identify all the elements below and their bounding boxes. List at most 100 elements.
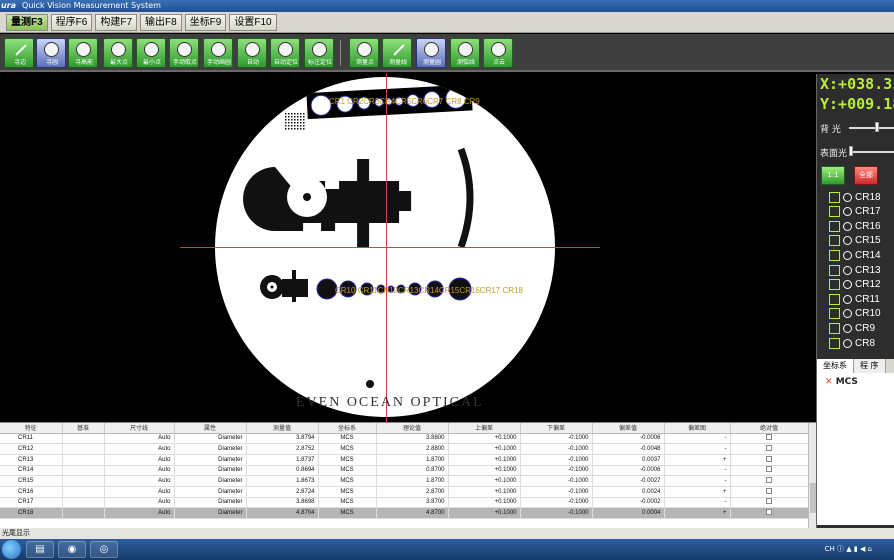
surface-light-slider-knob[interactable] (849, 146, 853, 156)
menu-tab-1[interactable]: 程序F6 (50, 13, 93, 31)
table-cell: +0.1000 (448, 454, 521, 466)
table-row[interactable]: CR11 Auto Diameter 3.8794 MCS 3.8800 +0.1000 -0… (0, 433, 809, 445)
feature-checkbox[interactable] (829, 235, 840, 247)
app-icon[interactable]: ◉ (58, 541, 86, 558)
column-header[interactable]: 特征 (0, 423, 63, 434)
tool-label: 手动画圆 (206, 59, 231, 66)
absolute-value-checkbox[interactable] (766, 509, 772, 516)
feature-item[interactable]: CR17 (829, 205, 881, 219)
feature-checkbox[interactable] (829, 293, 840, 305)
table-row[interactable]: CR15 Auto Diameter 1.8673 MCS 1.8700 +0.1000 -0… (0, 475, 809, 487)
column-header[interactable]: 绝对值 (730, 423, 809, 434)
column-header[interactable]: 理论值 (376, 423, 449, 434)
x-coordinate-readout: X:+038.31 (820, 75, 894, 93)
column-header[interactable]: 尺寸线 (104, 423, 175, 434)
feature-item[interactable]: CR13 (829, 263, 881, 277)
menu-tab-2[interactable]: 构建F7 (95, 13, 138, 31)
feature-item[interactable]: CR9 (829, 321, 875, 335)
start-button[interactable] (2, 540, 21, 559)
feature-item[interactable]: CR11 (829, 292, 880, 306)
column-header[interactable]: 基准 (62, 423, 105, 434)
tool-button-6[interactable]: 手动画圆 (203, 38, 233, 68)
absolute-value-checkbox[interactable] (766, 455, 772, 462)
column-header[interactable]: 偏差图 (664, 423, 731, 434)
table-cell: 3.8800 (376, 433, 449, 445)
feature-checkbox[interactable] (829, 191, 840, 203)
tab-program[interactable]: 程 序 (854, 359, 886, 373)
tool-button-9[interactable]: 标注定位 (304, 38, 334, 68)
feature-checkbox[interactable] (829, 322, 840, 334)
camera-view[interactable]: CR1 CR2CR3CR4CR5CR6CR7 CR8 CR9 CR10 CR11… (0, 74, 816, 422)
table-cell: -0.0002 (592, 497, 665, 509)
table-row[interactable]: CR16 Auto Diameter 2.8724 MCS 2.8700 +0.1000 -0… (0, 486, 809, 498)
table-scrollbar-thumb[interactable] (810, 483, 816, 513)
tool-button-2[interactable]: 寻高能 (68, 38, 98, 68)
mcs-tree-item[interactable]: ✕ MCS (825, 377, 858, 387)
table-cell: MCS (318, 454, 377, 466)
surface-light-slider[interactable] (849, 151, 894, 153)
menu-tab-3[interactable]: 输出F8 (140, 13, 182, 31)
folder-icon[interactable]: ▤ (26, 541, 54, 558)
back-light-slider[interactable] (849, 127, 894, 129)
table-row[interactable]: CR14 Auto Diameter 0.8694 MCS 0.8700 +0.1000 -0… (0, 465, 809, 477)
feature-item[interactable]: CR8 (829, 336, 875, 350)
back-light-slider-knob[interactable] (875, 122, 879, 132)
tool-label: 寻圆 (45, 59, 58, 66)
table-cell: CR12 (0, 443, 63, 455)
tool-button-13[interactable]: 测弧线 (450, 38, 480, 68)
menu-tab-4[interactable]: 坐标F9 (184, 13, 227, 31)
tool-button-12[interactable]: 测量圆 (416, 38, 446, 68)
table-row[interactable]: CR18 Auto Diameter 4.8704 MCS 4.8700 +0.1000 -0… (0, 507, 809, 519)
feature-name: CR17 (855, 206, 881, 218)
menu-tab-5[interactable]: 设置F10 (229, 13, 277, 31)
absolute-value-checkbox[interactable] (766, 445, 772, 452)
feature-checkbox[interactable] (829, 308, 840, 320)
feature-checkbox[interactable] (829, 220, 840, 232)
table-scrollbar[interactable] (808, 423, 816, 528)
absolute-value-checkbox[interactable] (766, 487, 772, 494)
column-header[interactable]: 属性 (174, 423, 247, 434)
tool-glyph-icon (76, 42, 91, 57)
zoom-1to1-button[interactable]: 1:1 (821, 166, 845, 185)
column-header[interactable]: 偏差值 (592, 423, 665, 434)
tool-button-1[interactable]: 寻圆 (36, 38, 66, 68)
column-header[interactable]: 下偏差 (520, 423, 593, 434)
tool-button-14[interactable]: 点云 (483, 38, 513, 68)
feature-checkbox[interactable] (829, 249, 840, 261)
tool-button-3[interactable]: 最大点 (103, 38, 133, 68)
tool-button-4[interactable]: 最小点 (136, 38, 166, 68)
select-all-button[interactable]: 全部 (854, 166, 878, 185)
column-header[interactable]: 坐标系 (318, 423, 377, 434)
feature-checkbox[interactable] (829, 279, 840, 291)
tab-coordinate-system[interactable]: 坐标系 (817, 359, 854, 373)
tool-button-11[interactable]: 测量线 (382, 38, 412, 68)
tool-button-8[interactable]: 自动定位 (270, 38, 300, 68)
feature-item[interactable]: CR16 (829, 219, 881, 233)
feature-item[interactable]: CR18 (829, 190, 881, 204)
feature-checkbox[interactable] (829, 206, 840, 218)
table-row[interactable]: CR17 Auto Diameter 3.8698 MCS 3.8700 +0.1000 -0… (0, 497, 809, 509)
tool-button-0[interactable]: 寻边 (4, 38, 34, 68)
browser-icon[interactable]: ◎ (90, 541, 118, 558)
table-cell: +0.1000 (448, 475, 521, 487)
feature-checkbox[interactable] (829, 264, 840, 276)
table-row[interactable]: CR13 Auto Diameter 1.8737 MCS 1.8700 +0.1000 -0… (0, 454, 809, 466)
feature-item[interactable]: CR14 (829, 248, 881, 262)
table-row[interactable]: CR12 Auto Diameter 2.8752 MCS 2.8800 +0.1000 -0… (0, 443, 809, 455)
absolute-value-checkbox[interactable] (766, 466, 772, 473)
feature-checkbox[interactable] (829, 337, 840, 349)
table-cell: -0.1000 (520, 507, 593, 519)
feature-item[interactable]: CR15 (829, 234, 881, 248)
column-header[interactable]: 上偏差 (448, 423, 521, 434)
absolute-value-checkbox[interactable] (766, 477, 772, 484)
menu-tab-0[interactable]: 量测F3 (6, 13, 48, 31)
table-cell: CR11 (0, 433, 63, 445)
feature-item[interactable]: CR12 (829, 278, 881, 292)
tool-button-10[interactable]: 测量点 (349, 38, 379, 68)
column-header[interactable]: 测量值 (246, 423, 319, 434)
absolute-value-checkbox[interactable] (766, 498, 772, 505)
tool-button-7[interactable]: 自动 (237, 38, 267, 68)
tool-button-5[interactable]: 手动取点 (169, 38, 199, 68)
absolute-value-checkbox[interactable] (766, 434, 772, 441)
feature-item[interactable]: CR10 (829, 307, 881, 321)
